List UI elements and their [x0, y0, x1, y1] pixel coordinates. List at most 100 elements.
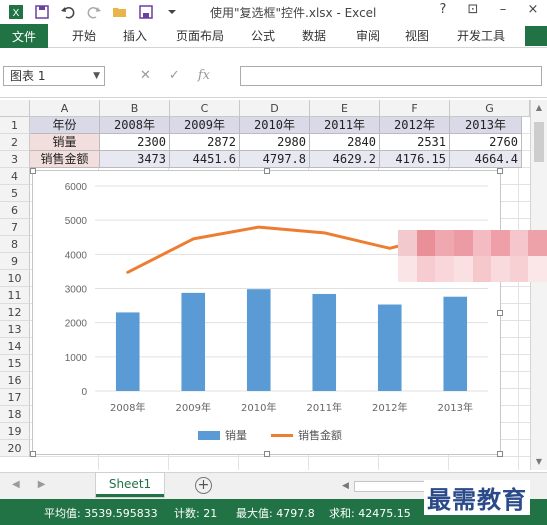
- horizontal-scroll-thumb[interactable]: [354, 481, 434, 492]
- chart-tools-tab-indicator[interactable]: [525, 26, 547, 46]
- scroll-thumb[interactable]: [534, 122, 544, 162]
- row-header[interactable]: 2: [0, 134, 30, 151]
- row-header[interactable]: 11: [0, 287, 30, 304]
- y-tick-label: 3000: [65, 285, 88, 296]
- tab-page-layout[interactable]: 页面布局: [176, 24, 224, 48]
- row-header[interactable]: 14: [0, 338, 30, 355]
- minimize-icon[interactable]: –: [495, 2, 511, 17]
- row-header[interactable]: 7: [0, 219, 30, 236]
- select-all-corner[interactable]: [0, 100, 30, 117]
- bar-2012年: [377, 304, 402, 391]
- year-cell[interactable]: 2008年: [100, 117, 170, 134]
- column-header[interactable]: F: [380, 100, 450, 117]
- help-icon[interactable]: ?: [435, 2, 451, 17]
- legend-item[interactable]: 销售金额: [271, 427, 342, 443]
- sheet-prev-icon[interactable]: ◀: [12, 479, 20, 490]
- watermark-logo: 最需教育: [424, 480, 530, 515]
- year-cell[interactable]: 2010年: [240, 117, 310, 134]
- row-header[interactable]: 8: [0, 236, 30, 253]
- save-as-icon[interactable]: [138, 4, 154, 20]
- undo-icon[interactable]: [60, 4, 76, 20]
- row-header[interactable]: 6: [0, 202, 30, 219]
- chevron-down-icon[interactable]: ▼: [93, 67, 100, 85]
- row-header[interactable]: 10: [0, 270, 30, 287]
- close-icon[interactable]: ×: [525, 2, 541, 17]
- row-header[interactable]: 3: [0, 151, 30, 168]
- redo-icon[interactable]: [86, 4, 102, 20]
- legend-item[interactable]: 销量: [198, 427, 247, 443]
- sheet-next-icon[interactable]: ▶: [38, 479, 46, 490]
- cell-a3[interactable]: 销售金额: [30, 151, 100, 168]
- row-header[interactable]: 20: [0, 440, 30, 457]
- row-header[interactable]: 15: [0, 355, 30, 372]
- bar-2011年: [312, 293, 337, 391]
- y-tick-label: 5000: [65, 216, 88, 227]
- scroll-down-icon[interactable]: ▼: [531, 454, 547, 470]
- cell-a1[interactable]: 年份: [30, 117, 100, 134]
- chart-legend[interactable]: 销量 销售金额: [198, 427, 342, 443]
- row-header[interactable]: 12: [0, 304, 30, 321]
- row-header[interactable]: 17: [0, 389, 30, 406]
- sales-qty-cell[interactable]: 2531: [380, 134, 450, 151]
- add-sheet-icon[interactable]: +: [195, 477, 212, 494]
- chart-object[interactable]: 0 1000 2000 3000 4000 5000 6000 2008年 2009年 2010年…: [30, 168, 503, 457]
- column-header[interactable]: G: [450, 100, 530, 117]
- tab-review[interactable]: 审阅: [356, 24, 380, 48]
- sales-amount-cell[interactable]: 4451.6: [170, 151, 240, 168]
- sales-qty-cell[interactable]: 2760: [450, 134, 522, 151]
- year-cell[interactable]: 2013年: [450, 117, 522, 134]
- column-header[interactable]: B: [100, 100, 170, 117]
- vertical-scrollbar[interactable]: ▲ ▼: [530, 100, 547, 470]
- sales-qty-cell[interactable]: 2300: [100, 134, 170, 151]
- row-header[interactable]: 16: [0, 372, 30, 389]
- ribbon-display-icon[interactable]: ⊡: [465, 2, 481, 17]
- tab-home[interactable]: 开始: [72, 24, 96, 48]
- sales-amount-cell[interactable]: 3473: [100, 151, 170, 168]
- sheet-nav: ◀ ▶: [12, 479, 45, 490]
- tab-data[interactable]: 数据: [302, 24, 326, 48]
- column-header[interactable]: C: [170, 100, 240, 117]
- column-header[interactable]: E: [310, 100, 380, 117]
- tab-view[interactable]: 视图: [405, 24, 429, 48]
- scroll-left-icon[interactable]: ◀: [342, 479, 349, 494]
- sales-qty-cell[interactable]: 2840: [310, 134, 380, 151]
- enter-icon[interactable]: ✓: [169, 66, 180, 86]
- row-header[interactable]: 13: [0, 321, 30, 338]
- sales-amount-cell[interactable]: 4176.15: [380, 151, 450, 168]
- sales-qty-cell[interactable]: 2872: [170, 134, 240, 151]
- column-header[interactable]: A: [30, 100, 100, 117]
- sales-amount-cell[interactable]: 4629.2: [310, 151, 380, 168]
- column-header[interactable]: D: [240, 100, 310, 117]
- scroll-up-icon[interactable]: ▲: [531, 100, 547, 116]
- formula-input[interactable]: [240, 66, 542, 86]
- year-cell[interactable]: 2009年: [170, 117, 240, 134]
- excel-logo-icon[interactable]: X: [8, 4, 24, 20]
- year-cell[interactable]: 2011年: [310, 117, 380, 134]
- tab-developer[interactable]: 开发工具: [457, 24, 505, 48]
- sales-qty-cell[interactable]: 2980: [240, 134, 310, 151]
- sheet-tab-sheet1[interactable]: Sheet1: [96, 473, 164, 497]
- sales-amount-cell[interactable]: 4797.8: [240, 151, 310, 168]
- tab-file[interactable]: 文件: [0, 24, 48, 48]
- row-header[interactable]: 9: [0, 253, 30, 270]
- row-header[interactable]: 1: [0, 117, 30, 134]
- cancel-icon[interactable]: ✕: [140, 66, 151, 86]
- row-header[interactable]: 19: [0, 423, 30, 440]
- insert-function-icon[interactable]: fx: [198, 66, 210, 86]
- name-box[interactable]: 图表 1 ▼: [3, 66, 105, 86]
- row-header[interactable]: 5: [0, 185, 30, 202]
- ribbon-tabs: 文件 开始 插入 页面布局 公式 数据 审阅 视图 开发工具: [0, 24, 547, 48]
- tab-insert[interactable]: 插入: [123, 24, 147, 48]
- row-header[interactable]: 4: [0, 168, 30, 185]
- y-tick-label: 6000: [65, 182, 88, 193]
- customize-icon[interactable]: [164, 4, 180, 20]
- save-icon[interactable]: [34, 4, 50, 20]
- tab-formulas[interactable]: 公式: [251, 24, 275, 48]
- open-folder-icon[interactable]: [112, 4, 128, 20]
- bar-2009年: [181, 292, 206, 391]
- year-cell[interactable]: 2012年: [380, 117, 450, 134]
- y-tick-label: 1000: [65, 353, 88, 364]
- row-header[interactable]: 18: [0, 406, 30, 423]
- cell-a2[interactable]: 销量: [30, 134, 100, 151]
- sales-amount-cell[interactable]: 4664.4: [450, 151, 522, 168]
